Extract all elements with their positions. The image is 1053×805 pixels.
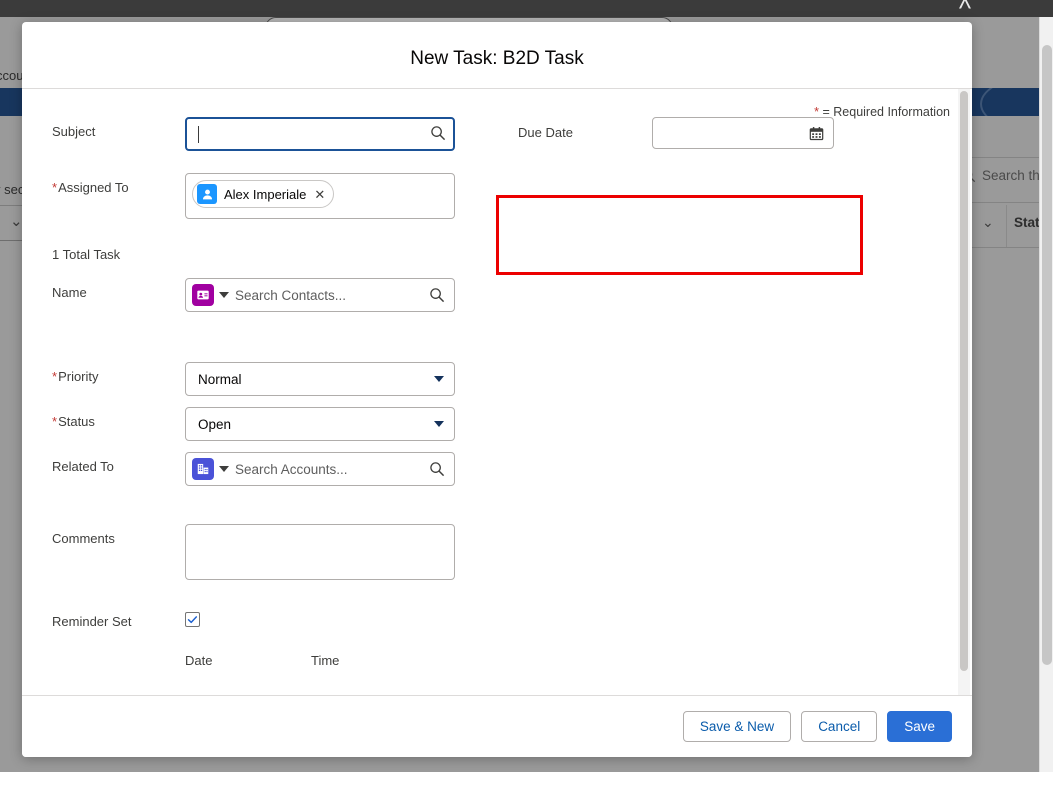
due-date-label: Due Date — [518, 125, 573, 140]
priority-control: Normal — [185, 362, 455, 396]
chevron-down-icon[interactable] — [219, 292, 229, 298]
assigned-to-control: Alex Imperiale ✕ — [185, 173, 455, 219]
total-task-count: 1 Total Task — [52, 247, 121, 262]
background-list-search[interactable]: Search thi — [962, 168, 1043, 183]
modal-footer: Save & New Cancel Save — [22, 695, 972, 757]
chevron-up-icon[interactable]: ^ — [950, 0, 980, 21]
modal-header: New Task: B2D Task — [22, 22, 972, 89]
chevron-down-icon[interactable] — [219, 466, 229, 472]
comments-control — [185, 524, 455, 585]
required-asterisk-icon: * — [52, 414, 58, 429]
subject-control — [185, 117, 455, 151]
account-icon — [192, 458, 214, 480]
assigned-to-label-text: Assigned To — [58, 180, 129, 195]
name-placeholder: Search Contacts... — [235, 287, 347, 303]
field-row-related-to: Related To Search Accounts... — [52, 452, 954, 486]
contact-icon — [192, 284, 214, 306]
modal-scroll-area: * = Required Information Subject *Assign… — [22, 89, 972, 695]
priority-label: *Priority — [52, 362, 185, 386]
reminder-set-label: Reminder Set — [52, 614, 132, 629]
background-text-account: ccou — [0, 68, 24, 83]
status-control: Open — [185, 407, 455, 441]
page-title: New Task: B2D Task — [410, 48, 584, 69]
user-icon — [197, 184, 217, 204]
related-to-placeholder: Search Accounts... — [235, 461, 348, 477]
field-row-reminder-set: Reminder Set — [52, 607, 954, 631]
reminder-set-checkbox[interactable] — [185, 612, 200, 627]
selected-user-pill[interactable]: Alex Imperiale ✕ — [192, 180, 335, 208]
subject-label: Subject — [52, 124, 96, 139]
save-and-new-button[interactable]: Save & New — [682, 711, 792, 742]
reminder-set-control — [185, 607, 455, 627]
task-form: Subject *Assigned To Alex Imperiale ✕ 1 … — [22, 89, 972, 668]
modal-scrollbar-thumb[interactable] — [960, 91, 968, 671]
save-button[interactable]: Save — [887, 711, 952, 742]
name-label: Name — [52, 285, 87, 300]
required-asterisk-icon: * — [52, 369, 58, 384]
status-label: *Status — [52, 407, 185, 431]
chevron-down-icon[interactable] — [434, 376, 444, 382]
search-icon[interactable] — [429, 287, 445, 303]
related-to-control: Search Accounts... — [185, 452, 455, 486]
assigned-to-lookup[interactable]: Alex Imperiale ✕ — [185, 173, 455, 219]
chevron-down-icon[interactable] — [434, 421, 444, 427]
search-icon[interactable] — [429, 461, 445, 477]
related-to-lookup[interactable]: Search Accounts... — [185, 452, 455, 486]
calendar-icon[interactable] — [809, 126, 824, 141]
background-column-divider — [1006, 205, 1007, 247]
page-scrollbar-thumb[interactable] — [1042, 45, 1052, 665]
chevron-down-icon[interactable]: ⌄ — [982, 214, 994, 231]
name-control: Search Contacts... — [185, 278, 455, 312]
status-selected-value: Open — [198, 416, 232, 432]
field-row-due-date: Due Date — [518, 117, 834, 149]
comments-label: Comments — [52, 531, 115, 546]
due-date-input[interactable] — [653, 118, 833, 148]
reminder-datetime-headers: Date Time — [52, 653, 954, 668]
subject-input-wrapper — [185, 117, 455, 151]
text-cursor — [198, 126, 199, 143]
background-bottom-strip — [0, 772, 1053, 805]
field-row-assigned-to: *Assigned To Alex Imperiale ✕ — [52, 173, 954, 219]
due-date-row: Due Date — [518, 117, 834, 149]
reminder-time-label: Time — [311, 652, 340, 668]
reminder-date-label: Date — [185, 652, 213, 668]
close-icon[interactable]: ✕ — [313, 188, 325, 201]
field-row-name: Name Search Contacts... — [52, 278, 954, 312]
field-row-priority: *Priority Normal — [52, 362, 954, 396]
modal-body: * = Required Information Subject *Assign… — [22, 89, 972, 695]
cancel-button[interactable]: Cancel — [801, 711, 878, 742]
field-row-comments: Comments — [52, 524, 954, 585]
comments-textarea[interactable] — [185, 524, 455, 580]
priority-label-text: Priority — [58, 369, 99, 384]
assigned-to-label: *Assigned To — [52, 173, 185, 197]
due-date-input-wrapper[interactable] — [652, 117, 834, 149]
new-task-modal: New Task: B2D Task * = Required Informat… — [22, 22, 972, 757]
required-asterisk-icon: * — [52, 180, 58, 195]
checkmark-icon — [187, 616, 198, 624]
selected-user-name: Alex Imperiale — [224, 186, 307, 202]
background-text-section: v sec — [0, 182, 25, 197]
search-input[interactable] — [185, 117, 455, 151]
modal-scrollbar[interactable] — [958, 89, 970, 695]
priority-select[interactable]: Normal — [185, 362, 455, 396]
status-label-text: Status — [58, 414, 95, 429]
priority-selected-value: Normal — [198, 371, 242, 387]
chevron-down-icon: ⌄ — [10, 213, 23, 230]
background-list-search-label: Search thi — [982, 168, 1043, 183]
status-select[interactable]: Open — [185, 407, 455, 441]
browser-top-bar — [0, 0, 1053, 17]
field-row-status: *Status Open — [52, 407, 954, 441]
name-lookup[interactable]: Search Contacts... — [185, 278, 455, 312]
related-to-label: Related To — [52, 459, 114, 474]
page-scrollbar[interactable] — [1039, 17, 1053, 772]
